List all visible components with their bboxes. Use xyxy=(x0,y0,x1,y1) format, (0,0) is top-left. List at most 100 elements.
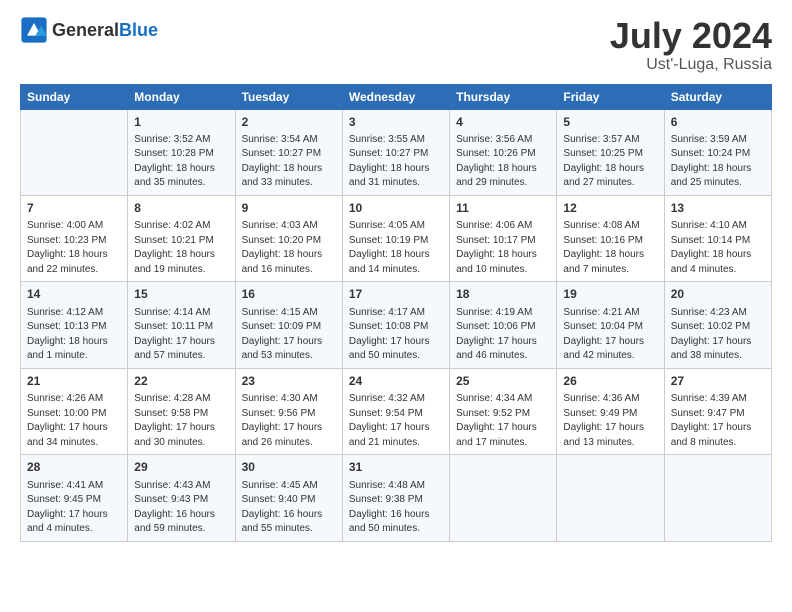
col-sunday: Sunday xyxy=(21,84,128,109)
col-friday: Friday xyxy=(557,84,664,109)
day-info: Sunrise: 4:23 AM Sunset: 10:02 PM Daylig… xyxy=(671,306,765,364)
day-info: Sunrise: 4:36 AM Sunset: 9:49 PM Dayligh… xyxy=(563,392,657,450)
day-info: Sunrise: 3:52 AM Sunset: 10:28 PM Daylig… xyxy=(134,133,228,191)
day-number: 6 xyxy=(671,114,765,131)
day-number: 4 xyxy=(456,114,550,131)
cell-w5-d5 xyxy=(450,455,557,541)
col-tuesday: Tuesday xyxy=(235,84,342,109)
day-info: Sunrise: 4:45 AM Sunset: 9:40 PM Dayligh… xyxy=(242,479,336,537)
day-info: Sunrise: 3:57 AM Sunset: 10:25 PM Daylig… xyxy=(563,133,657,191)
day-info: Sunrise: 4:02 AM Sunset: 10:21 PM Daylig… xyxy=(134,219,228,277)
cell-w3-d6: 19 Sunrise: 4:21 AM Sunset: 10:04 PM Dayl… xyxy=(557,282,664,368)
day-number: 22 xyxy=(134,373,228,390)
day-number: 29 xyxy=(134,459,228,476)
cell-w4-d2: 22 Sunrise: 4:28 AM Sunset: 9:58 PM Dayli… xyxy=(128,368,235,454)
day-number: 12 xyxy=(563,200,657,217)
cell-w4-d1: 21 Sunrise: 4:26 AM Sunset: 10:00 PM Dayl… xyxy=(21,368,128,454)
day-info: Sunrise: 3:54 AM Sunset: 10:27 PM Daylig… xyxy=(242,133,336,191)
cell-w3-d7: 20 Sunrise: 4:23 AM Sunset: 10:02 PM Dayl… xyxy=(664,282,771,368)
day-number: 2 xyxy=(242,114,336,131)
cell-w3-d5: 18 Sunrise: 4:19 AM Sunset: 10:06 PM Dayl… xyxy=(450,282,557,368)
cell-w2-d5: 11 Sunrise: 4:06 AM Sunset: 10:17 PM Dayl… xyxy=(450,195,557,281)
header: GeneralBlue July 2024 Ust'-Luga, Russia xyxy=(20,16,772,74)
cell-w5-d3: 30Sunrise: 4:45 AM Sunset: 9:40 PM Dayli… xyxy=(235,455,342,541)
cell-w5-d6 xyxy=(557,455,664,541)
day-info: Sunrise: 4:19 AM Sunset: 10:06 PM Daylig… xyxy=(456,306,550,364)
cell-w2-d7: 13Sunrise: 4:10 AM Sunset: 10:14 PM Dayl… xyxy=(664,195,771,281)
day-info: Sunrise: 4:28 AM Sunset: 9:58 PM Dayligh… xyxy=(134,392,228,450)
cell-w4-d6: 26 Sunrise: 4:36 AM Sunset: 9:49 PM Dayli… xyxy=(557,368,664,454)
day-number: 23 xyxy=(242,373,336,390)
cell-w4-d7: 27 Sunrise: 4:39 AM Sunset: 9:47 PM Dayli… xyxy=(664,368,771,454)
cell-w1-d1 xyxy=(21,109,128,195)
cell-w3-d3: 16 Sunrise: 4:15 AM Sunset: 10:09 PM Dayl… xyxy=(235,282,342,368)
day-info: Sunrise: 3:56 AM Sunset: 10:26 PM Daylig… xyxy=(456,133,550,191)
cell-w2-d3: 9Sunrise: 4:03 AM Sunset: 10:20 PM Dayli… xyxy=(235,195,342,281)
day-info: Sunrise: 4:21 AM Sunset: 10:04 PM Daylig… xyxy=(563,306,657,364)
cell-w1-d3: 2 Sunrise: 3:54 AM Sunset: 10:27 PM Dayli… xyxy=(235,109,342,195)
cell-w1-d4: 3 Sunrise: 3:55 AM Sunset: 10:27 PM Dayli… xyxy=(342,109,449,195)
day-info: Sunrise: 4:48 AM Sunset: 9:38 PM Dayligh… xyxy=(349,479,443,537)
cell-w3-d4: 17 Sunrise: 4:17 AM Sunset: 10:08 PM Dayl… xyxy=(342,282,449,368)
cell-w1-d6: 5 Sunrise: 3:57 AM Sunset: 10:25 PM Dayli… xyxy=(557,109,664,195)
day-number: 24 xyxy=(349,373,443,390)
cell-w1-d5: 4 Sunrise: 3:56 AM Sunset: 10:26 PM Dayli… xyxy=(450,109,557,195)
day-info: Sunrise: 3:59 AM Sunset: 10:24 PM Daylig… xyxy=(671,133,765,191)
day-number: 21 xyxy=(27,373,121,390)
day-info: Sunrise: 4:12 AM Sunset: 10:13 PM Daylig… xyxy=(27,306,121,364)
cell-w3-d1: 14 Sunrise: 4:12 AM Sunset: 10:13 PM Dayl… xyxy=(21,282,128,368)
day-info: Sunrise: 4:06 AM Sunset: 10:17 PM Daylig… xyxy=(456,219,550,277)
day-info: Sunrise: 4:26 AM Sunset: 10:00 PM Daylig… xyxy=(27,392,121,450)
day-info: Sunrise: 4:32 AM Sunset: 9:54 PM Dayligh… xyxy=(349,392,443,450)
day-number: 1 xyxy=(134,114,228,131)
day-info: Sunrise: 3:55 AM Sunset: 10:27 PM Daylig… xyxy=(349,133,443,191)
cell-w5-d2: 29 Sunrise: 4:43 AM Sunset: 9:43 PM Dayli… xyxy=(128,455,235,541)
week-row-3: 14 Sunrise: 4:12 AM Sunset: 10:13 PM Dayl… xyxy=(21,282,772,368)
day-info: Sunrise: 4:15 AM Sunset: 10:09 PM Daylig… xyxy=(242,306,336,364)
day-number: 27 xyxy=(671,373,765,390)
day-number: 8 xyxy=(134,200,228,217)
col-monday: Monday xyxy=(128,84,235,109)
cell-w4-d4: 24 Sunrise: 4:32 AM Sunset: 9:54 PM Dayli… xyxy=(342,368,449,454)
day-number: 25 xyxy=(456,373,550,390)
day-number: 16 xyxy=(242,286,336,303)
cell-w4-d5: 25 Sunrise: 4:34 AM Sunset: 9:52 PM Dayli… xyxy=(450,368,557,454)
cell-w2-d1: 7 Sunrise: 4:00 AM Sunset: 10:23 PM Dayli… xyxy=(21,195,128,281)
cell-w2-d2: 8 Sunrise: 4:02 AM Sunset: 10:21 PM Dayli… xyxy=(128,195,235,281)
day-number: 26 xyxy=(563,373,657,390)
day-info: Sunrise: 4:39 AM Sunset: 9:47 PM Dayligh… xyxy=(671,392,765,450)
cell-w3-d2: 15 Sunrise: 4:14 AM Sunset: 10:11 PM Dayl… xyxy=(128,282,235,368)
calendar-table: Sunday Monday Tuesday Wednesday Thursday… xyxy=(20,84,772,542)
day-info: Sunrise: 4:00 AM Sunset: 10:23 PM Daylig… xyxy=(27,219,121,277)
day-number: 20 xyxy=(671,286,765,303)
day-info: Sunrise: 4:41 AM Sunset: 9:45 PM Dayligh… xyxy=(27,479,121,537)
day-number: 31 xyxy=(349,459,443,476)
day-info: Sunrise: 4:34 AM Sunset: 9:52 PM Dayligh… xyxy=(456,392,550,450)
day-number: 10 xyxy=(349,200,443,217)
day-number: 14 xyxy=(27,286,121,303)
sub-title: Ust'-Luga, Russia xyxy=(610,56,772,74)
col-thursday: Thursday xyxy=(450,84,557,109)
cell-w1-d7: 6 Sunrise: 3:59 AM Sunset: 10:24 PM Dayli… xyxy=(664,109,771,195)
day-number: 18 xyxy=(456,286,550,303)
day-info: Sunrise: 4:43 AM Sunset: 9:43 PM Dayligh… xyxy=(134,479,228,537)
day-info: Sunrise: 4:17 AM Sunset: 10:08 PM Daylig… xyxy=(349,306,443,364)
day-info: Sunrise: 4:05 AM Sunset: 10:19 PM Daylig… xyxy=(349,219,443,277)
col-saturday: Saturday xyxy=(664,84,771,109)
week-row-5: 28Sunrise: 4:41 AM Sunset: 9:45 PM Dayli… xyxy=(21,455,772,541)
logo-blue: Blue xyxy=(119,20,158,40)
col-wednesday: Wednesday xyxy=(342,84,449,109)
day-number: 15 xyxy=(134,286,228,303)
cell-w5-d4: 31 Sunrise: 4:48 AM Sunset: 9:38 PM Dayli… xyxy=(342,455,449,541)
main-title: July 2024 xyxy=(610,16,772,56)
day-number: 3 xyxy=(349,114,443,131)
day-number: 17 xyxy=(349,286,443,303)
day-number: 5 xyxy=(563,114,657,131)
day-info: Sunrise: 4:03 AM Sunset: 10:20 PM Daylig… xyxy=(242,219,336,277)
day-number: 19 xyxy=(563,286,657,303)
day-number: 7 xyxy=(27,200,121,217)
logo-icon xyxy=(20,16,48,44)
day-number: 11 xyxy=(456,200,550,217)
cell-w2-d4: 10 Sunrise: 4:05 AM Sunset: 10:19 PM Dayl… xyxy=(342,195,449,281)
day-info: Sunrise: 4:14 AM Sunset: 10:11 PM Daylig… xyxy=(134,306,228,364)
